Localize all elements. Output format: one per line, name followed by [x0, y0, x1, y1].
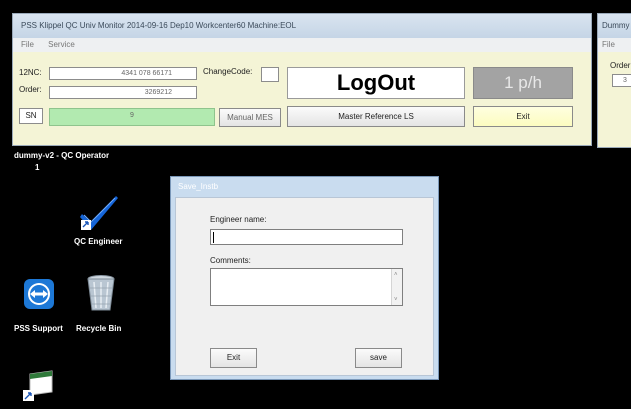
comments-textarea[interactable]: ˄ ˅: [210, 268, 403, 306]
master-reference-button[interactable]: Master Reference LS: [287, 106, 465, 127]
changecode-field[interactable]: [261, 67, 279, 82]
secondary-window: Dummy File Order 3: [597, 13, 631, 148]
manual-mes-button[interactable]: Manual MES: [219, 108, 281, 127]
scroll-down-icon[interactable]: ˅: [394, 297, 398, 303]
secondary-menu-file[interactable]: File: [598, 38, 631, 52]
desktop-icon-label[interactable]: PSS Support: [14, 324, 63, 333]
shortcut-icon[interactable]: [22, 370, 56, 402]
engineer-name-label: Engineer name:: [210, 215, 267, 224]
secondary-order-label: Order: [610, 61, 631, 70]
rate-display: 1 p/h: [473, 67, 573, 99]
order-label: Order:: [19, 85, 42, 94]
dialog-body: Engineer name: Comments: ˄ ˅ Exit save: [175, 197, 434, 376]
secondary-order-field[interactable]: 3: [612, 74, 631, 87]
order-field[interactable]: 3269212: [49, 86, 197, 99]
comments-scrollbar[interactable]: ˄ ˅: [391, 269, 402, 305]
desktop-user-number: 1: [35, 163, 40, 172]
menu-service[interactable]: Service: [48, 40, 75, 49]
logout-display[interactable]: LogOut: [287, 67, 465, 99]
secondary-titlebar: Dummy: [598, 14, 631, 38]
dialog-save-button[interactable]: save: [355, 348, 402, 368]
changecode-label: ChangeCode:: [203, 67, 253, 76]
desktop-icon-label[interactable]: Recycle Bin: [76, 324, 121, 333]
menu-bar: File Service: [13, 38, 591, 52]
dialog-exit-button[interactable]: Exit: [210, 348, 257, 368]
comments-label: Comments:: [210, 256, 251, 265]
desktop-user-label: dummy-v2 - QC Operator: [14, 151, 110, 160]
engineer-name-input[interactable]: [210, 229, 403, 245]
exit-button[interactable]: Exit: [473, 106, 573, 127]
recycle-bin-icon[interactable]: [84, 274, 118, 312]
monitor-window: PSS Klippel QC Univ Monitor 2014-09-16 D…: [12, 13, 592, 146]
menu-file[interactable]: File: [21, 40, 34, 49]
desktop-icon-label[interactable]: QC Engineer: [74, 237, 122, 246]
window-titlebar: PSS Klippel QC Univ Monitor 2014-09-16 D…: [13, 14, 591, 38]
scroll-up-icon[interactable]: ˄: [394, 272, 398, 278]
nc-field[interactable]: 4341 078 66171: [49, 67, 197, 80]
teamviewer-icon[interactable]: [23, 278, 55, 310]
sn-label-box: SN: [19, 108, 43, 124]
nc-label: 12NC:: [19, 68, 42, 77]
sn-field[interactable]: 9: [49, 108, 215, 126]
dialog-title: Save_Instb: [178, 182, 219, 191]
text-caret: [213, 232, 214, 243]
checkmark-shortcut-icon[interactable]: [80, 194, 120, 232]
save-dialog: Save_Instb Engineer name: Comments: ˄ ˅ …: [170, 176, 439, 380]
